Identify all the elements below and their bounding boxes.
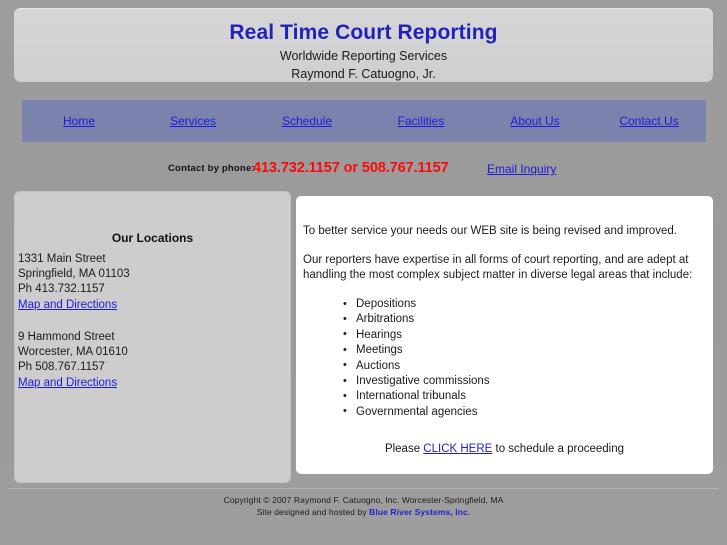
footer-credit: Site designed and hosted by Blue River S… (0, 506, 727, 518)
content-panel: To better service your needs our WEB sit… (296, 196, 713, 474)
intro-paragraph-2: Our reporters have expertise in all form… (303, 254, 693, 281)
site-header: Real Time Court Reporting Worldwide Repo… (14, 8, 713, 82)
site-footer: Copyright © 2007 Raymond F. Catuogno, In… (0, 494, 727, 518)
list-item: Meetings (343, 343, 703, 359)
schedule-call-to-action: Please CLICK HERE to schedule a proceedi… (296, 443, 713, 455)
map-and-directions-link[interactable]: Map and Directions (18, 376, 117, 391)
contact-phone-numbers: 413.732.1157 or 508.767.1157 (253, 160, 449, 176)
location-phone: Ph 413.732.1157 (18, 283, 105, 295)
location-street: 1331 Main Street (18, 253, 106, 265)
location-phone: Ph 508.767.1157 (18, 361, 105, 373)
location-city: Springfield, MA 01103 (18, 268, 130, 280)
intro-paragraph-1: To better service your needs our WEB sit… (303, 225, 677, 237)
cta-prefix-text: Please (384, 443, 424, 455)
footer-credit-prefix: Site designed and hosted by (256, 507, 370, 517)
list-item: Hearings (343, 327, 703, 343)
footer-divider (8, 488, 719, 489)
location-city: Worcester, MA 01610 (18, 346, 128, 358)
content-body: To better service your needs our WEB sit… (303, 224, 703, 420)
header-subtitle-name: Raymond F. Catuogno, Jr. (291, 67, 436, 81)
locations-panel: Our Locations 1331 Main Street Springfie… (14, 191, 291, 483)
nav-item-contact-us[interactable]: Contact Us (592, 114, 706, 128)
main-navigation: Home Services Schedule Facilities About … (22, 100, 706, 142)
list-item: International tribunals (343, 389, 703, 405)
email-inquiry-link[interactable]: Email Inquiry (487, 162, 556, 176)
nav-item-services[interactable]: Services (136, 114, 250, 128)
locations-heading: Our Locations (111, 231, 194, 245)
page-root: Real Time Court Reporting Worldwide Repo… (0, 0, 727, 545)
nav-item-home[interactable]: Home (22, 114, 136, 128)
location-entry-springfield: 1331 Main Street Springfield, MA 01103 P… (18, 252, 268, 313)
service-areas-list: Depositions Arbitrations Hearings Meetin… (303, 296, 703, 420)
blue-river-systems-link[interactable]: Blue River Systems, Inc. (369, 507, 470, 517)
list-item: Governmental agencies (343, 404, 703, 420)
list-item: Auctions (343, 358, 703, 374)
list-item: Arbitrations (343, 312, 703, 328)
click-here-link[interactable]: CLICK HERE (423, 443, 492, 455)
nav-item-schedule[interactable]: Schedule (250, 114, 364, 128)
page-title: Real Time Court Reporting (229, 21, 498, 44)
map-and-directions-link[interactable]: Map and Directions (18, 298, 117, 313)
nav-item-about-us[interactable]: About Us (478, 114, 592, 128)
location-street: 9 Hammond Street (18, 331, 115, 343)
footer-copyright: Copyright © 2007 Raymond F. Catuogno, In… (223, 495, 504, 505)
list-item: Investigative commissions (343, 374, 703, 390)
location-entry-worcester: 9 Hammond Street Worcester, MA 01610 Ph … (18, 330, 268, 391)
cta-suffix-text: to schedule a proceeding (492, 443, 625, 455)
nav-item-facilities[interactable]: Facilities (364, 114, 478, 128)
contact-phone-label: Contact by phone: (168, 163, 255, 174)
list-item: Depositions (343, 296, 703, 312)
header-subtitle-services: Worldwide Reporting Services (279, 49, 448, 63)
contact-strip: Contact by phone: 413.732.1157 or 508.76… (0, 160, 727, 180)
